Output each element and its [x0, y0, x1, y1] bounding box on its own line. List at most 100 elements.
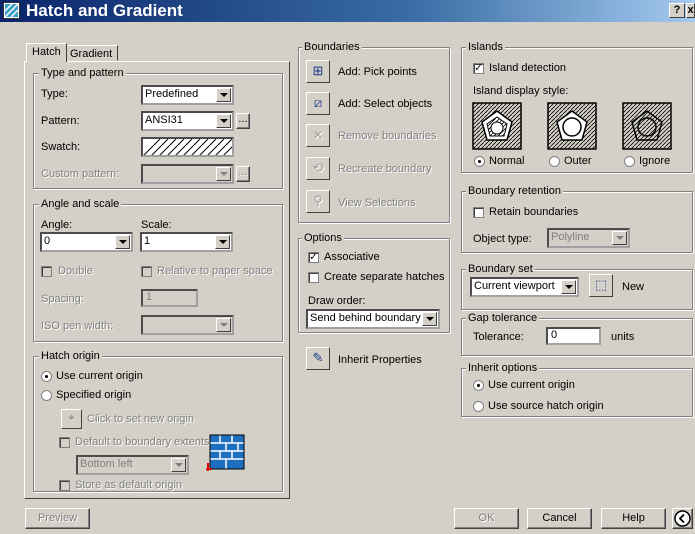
chevron-down-icon	[612, 231, 627, 245]
store-default-checkbox[interactable]	[59, 480, 70, 491]
pick-points-icon[interactable]: ⊞	[306, 60, 330, 83]
inherit-use-source-radio[interactable]	[473, 401, 484, 412]
new-boundary-set-icon[interactable]: ⬚	[589, 274, 613, 297]
new-boundary-set-label: New	[622, 281, 645, 293]
island-outer-label: Outer	[564, 155, 592, 167]
view-selections-label[interactable]: View Selections	[338, 197, 415, 210]
boundary-set-value: Current viewport	[474, 280, 555, 292]
preview-button[interactable]: Preview	[25, 508, 90, 529]
tab-gradient[interactable]: Gradient	[64, 45, 119, 61]
pattern-label: Pattern:	[41, 115, 80, 127]
object-type-dropdown[interactable]: Polyline	[547, 228, 630, 248]
select-objects-label[interactable]: Add: Select objects	[338, 98, 432, 111]
spacing-label: Spacing:	[41, 293, 84, 305]
island-ignore-preview-icon[interactable]	[622, 102, 672, 150]
pick-points-label[interactable]: Add: Pick points	[338, 66, 417, 79]
type-dropdown[interactable]: Predefined	[141, 85, 234, 105]
help-title-button[interactable]: ?	[669, 3, 685, 18]
remove-boundaries-label[interactable]: Remove boundaries	[338, 130, 436, 143]
associative-label: Associative	[324, 251, 380, 263]
view-selections-icon[interactable]: ⚲	[306, 190, 330, 213]
iso-pen-label: ISO pen width:	[41, 320, 114, 332]
custom-browse-button[interactable]: ...	[236, 166, 250, 182]
chevron-down-icon	[216, 114, 231, 128]
double-checkbox[interactable]	[41, 266, 52, 277]
chevron-down-icon	[422, 312, 437, 326]
type-label: Type:	[41, 88, 68, 100]
retain-boundaries-checkbox[interactable]	[473, 207, 484, 218]
remove-boundaries-icon[interactable]: ⨯	[306, 124, 330, 147]
island-detection-checkbox[interactable]: ✓	[473, 63, 484, 74]
select-objects-icon[interactable]: ⧄	[306, 92, 330, 115]
collapse-panel-button[interactable]	[672, 508, 693, 529]
help-button[interactable]: Help	[601, 508, 666, 529]
tab-hatch[interactable]: Hatch	[26, 43, 67, 62]
tolerance-input[interactable]: 0	[546, 327, 601, 345]
swatch-preview[interactable]	[141, 137, 234, 157]
island-outer-preview-icon[interactable]	[547, 102, 597, 150]
swatch-label: Swatch:	[41, 141, 81, 153]
specified-origin-label: Specified origin	[56, 389, 132, 401]
island-ignore-label: Ignore	[639, 155, 671, 167]
chevron-down-icon	[216, 88, 231, 102]
origin-preview-icon	[206, 433, 246, 473]
chevron-down-icon	[216, 167, 231, 181]
boundary-set-dropdown[interactable]: Current viewport	[470, 277, 579, 297]
gap-tolerance-label: Gap tolerance	[466, 312, 540, 324]
relative-paper-label: Relative to paper space	[157, 265, 273, 277]
boundaries-label: Boundaries	[302, 41, 362, 53]
island-outer-radio[interactable]	[549, 156, 560, 167]
inherit-properties-label[interactable]: Inherit Properties	[338, 354, 422, 367]
island-ignore-radio[interactable]	[624, 156, 635, 167]
chevron-down-icon	[115, 235, 130, 249]
chevron-down-icon	[171, 458, 186, 472]
object-type-label: Object type:	[473, 233, 532, 245]
click-origin-icon[interactable]: ⌖	[61, 409, 82, 429]
type-pattern-label: Type and pattern	[39, 67, 126, 79]
relative-paper-checkbox[interactable]	[141, 266, 152, 277]
island-style-label: Island display style:	[473, 85, 569, 97]
custom-pattern-dropdown[interactable]	[141, 164, 234, 184]
custom-pattern-label: Custom pattern:	[41, 168, 120, 180]
angle-dropdown[interactable]: 0	[40, 232, 133, 252]
angle-scale-label: Angle and scale	[39, 198, 122, 210]
pattern-dropdown[interactable]: ANSI31	[141, 111, 234, 131]
chevron-down-icon	[561, 280, 576, 294]
inherit-use-current-label: Use current origin	[488, 379, 575, 391]
draw-order-dropdown[interactable]: Send behind boundary	[306, 309, 440, 329]
pattern-browse-button[interactable]: ...	[236, 113, 250, 129]
title-bar[interactable]: Hatch and Gradient ? x	[0, 0, 695, 22]
double-label: Double	[58, 265, 93, 277]
angle-label: Angle:	[41, 219, 73, 231]
draw-order-value: Send behind boundary	[310, 312, 421, 324]
object-type-value: Polyline	[551, 231, 590, 243]
close-title-button[interactable]: x	[686, 3, 695, 18]
scale-value: 1	[144, 235, 151, 247]
retain-boundaries-label: Retain boundaries	[489, 206, 579, 218]
inherit-properties-icon[interactable]: ✎	[306, 347, 330, 370]
island-normal-radio[interactable]	[474, 156, 485, 167]
inherit-use-current-radio[interactable]	[473, 380, 484, 391]
tolerance-label: Tolerance:	[473, 331, 524, 343]
click-set-origin-label[interactable]: Click to set new origin	[87, 413, 194, 426]
default-extents-checkbox[interactable]	[59, 437, 70, 448]
default-extents-label: Default to boundary extents	[75, 436, 210, 448]
inherit-use-source-label: Use source hatch origin	[488, 400, 604, 412]
spacing-input[interactable]: 1	[141, 289, 198, 307]
island-normal-preview-icon[interactable]	[472, 102, 522, 150]
recreate-boundary-icon[interactable]: ⟲	[306, 157, 330, 180]
recreate-boundary-label[interactable]: Recreate boundary	[338, 163, 432, 176]
ok-button[interactable]: OK	[454, 508, 519, 529]
separate-hatches-checkbox[interactable]	[308, 272, 319, 283]
angle-value: 0	[44, 235, 51, 247]
iso-pen-dropdown[interactable]	[141, 315, 234, 335]
associative-checkbox[interactable]: ✓	[308, 252, 319, 263]
scale-dropdown[interactable]: 1	[140, 232, 233, 252]
use-current-origin-radio[interactable]	[41, 371, 52, 382]
island-detection-label: Island detection	[489, 62, 567, 74]
origin-position-dropdown[interactable]: Bottom left	[76, 455, 189, 475]
separate-hatches-label: Create separate hatches	[324, 271, 445, 283]
specified-origin-radio[interactable]	[41, 390, 52, 401]
cancel-button[interactable]: Cancel	[527, 508, 592, 529]
inherit-options-label: Inherit options	[466, 362, 540, 374]
